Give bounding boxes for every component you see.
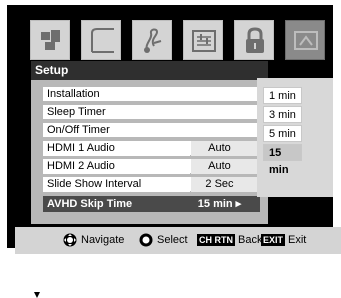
row-value: Auto	[208, 142, 231, 154]
menu-row-slide-show-interval[interactable]: Slide Show Interval 2 Sec	[43, 177, 260, 192]
music-icon	[144, 28, 162, 53]
menu-row-avhd-skip-time[interactable]: AVHD Skip Time 15 min ▸	[43, 196, 260, 213]
option-1-min[interactable]: 1 min	[263, 87, 302, 104]
row-value: 2 Sec	[205, 178, 234, 190]
menu-row-hdmi1-audio[interactable]: HDMI 1 Audio Auto	[43, 141, 260, 156]
row-value: 15 min ▸	[197, 198, 242, 210]
menu-tabs	[30, 20, 328, 60]
menu-row-on-off-timer[interactable]: On/Off Timer	[43, 123, 260, 138]
scroll-down-icon[interactable]	[34, 292, 40, 298]
option-5-min[interactable]: 5 min	[263, 125, 302, 142]
exit-label: Exit	[288, 234, 307, 246]
help-bar: Navigate Select CH RTN Back EXIT Exit	[15, 227, 341, 254]
row-label: AVHD Skip Time	[47, 198, 133, 210]
navigate-icon	[63, 233, 77, 247]
row-label: On/Off Timer	[47, 124, 110, 136]
menu-row-sleep-timer[interactable]: Sleep Timer	[43, 105, 260, 120]
help-exit: EXIT Exit	[261, 227, 306, 254]
row-label: HDMI 1 Audio	[47, 142, 115, 154]
panel-title: Setup	[31, 61, 268, 80]
picture-icon	[41, 30, 60, 50]
setup-panel: Installation Sleep Timer On/Off Timer HD…	[31, 80, 268, 298]
menu-row-installation[interactable]: Installation	[43, 87, 260, 102]
lock-tab[interactable]	[234, 20, 274, 60]
preferences-icon	[192, 30, 216, 52]
navigate-label: Navigate	[81, 234, 125, 246]
options-list: 1 min 3 min 5 min 15 min	[257, 78, 333, 197]
picture-tab[interactable]	[30, 20, 70, 60]
setup-tab[interactable]	[285, 20, 325, 60]
menu-row-hdmi2-audio[interactable]: HDMI 2 Audio Auto	[43, 159, 260, 174]
audio-icon	[91, 28, 114, 53]
audio-tab[interactable]	[81, 20, 121, 60]
row-label: Slide Show Interval	[47, 178, 142, 190]
help-back: CH RTN Back	[197, 227, 262, 254]
music-tab[interactable]	[132, 20, 172, 60]
lock-icon	[246, 27, 264, 53]
preferences-tab[interactable]	[183, 20, 223, 60]
select-label: Select	[157, 234, 188, 246]
back-label: Back	[238, 234, 263, 246]
setup-icon	[294, 31, 318, 50]
row-label: HDMI 2 Audio	[47, 160, 115, 172]
ch-rtn-key-icon: CH RTN	[197, 234, 235, 247]
option-3-min[interactable]: 3 min	[263, 106, 302, 123]
option-15-min[interactable]: 15 min	[263, 144, 302, 176]
tv-screen: Setup Installation Sleep Timer On/Off Ti…	[7, 5, 341, 298]
row-label: Sleep Timer	[47, 106, 106, 118]
row-label: Installation	[47, 88, 100, 100]
exit-key-icon: EXIT	[261, 234, 286, 247]
select-icon	[139, 233, 153, 247]
row-value: Auto	[208, 160, 231, 172]
